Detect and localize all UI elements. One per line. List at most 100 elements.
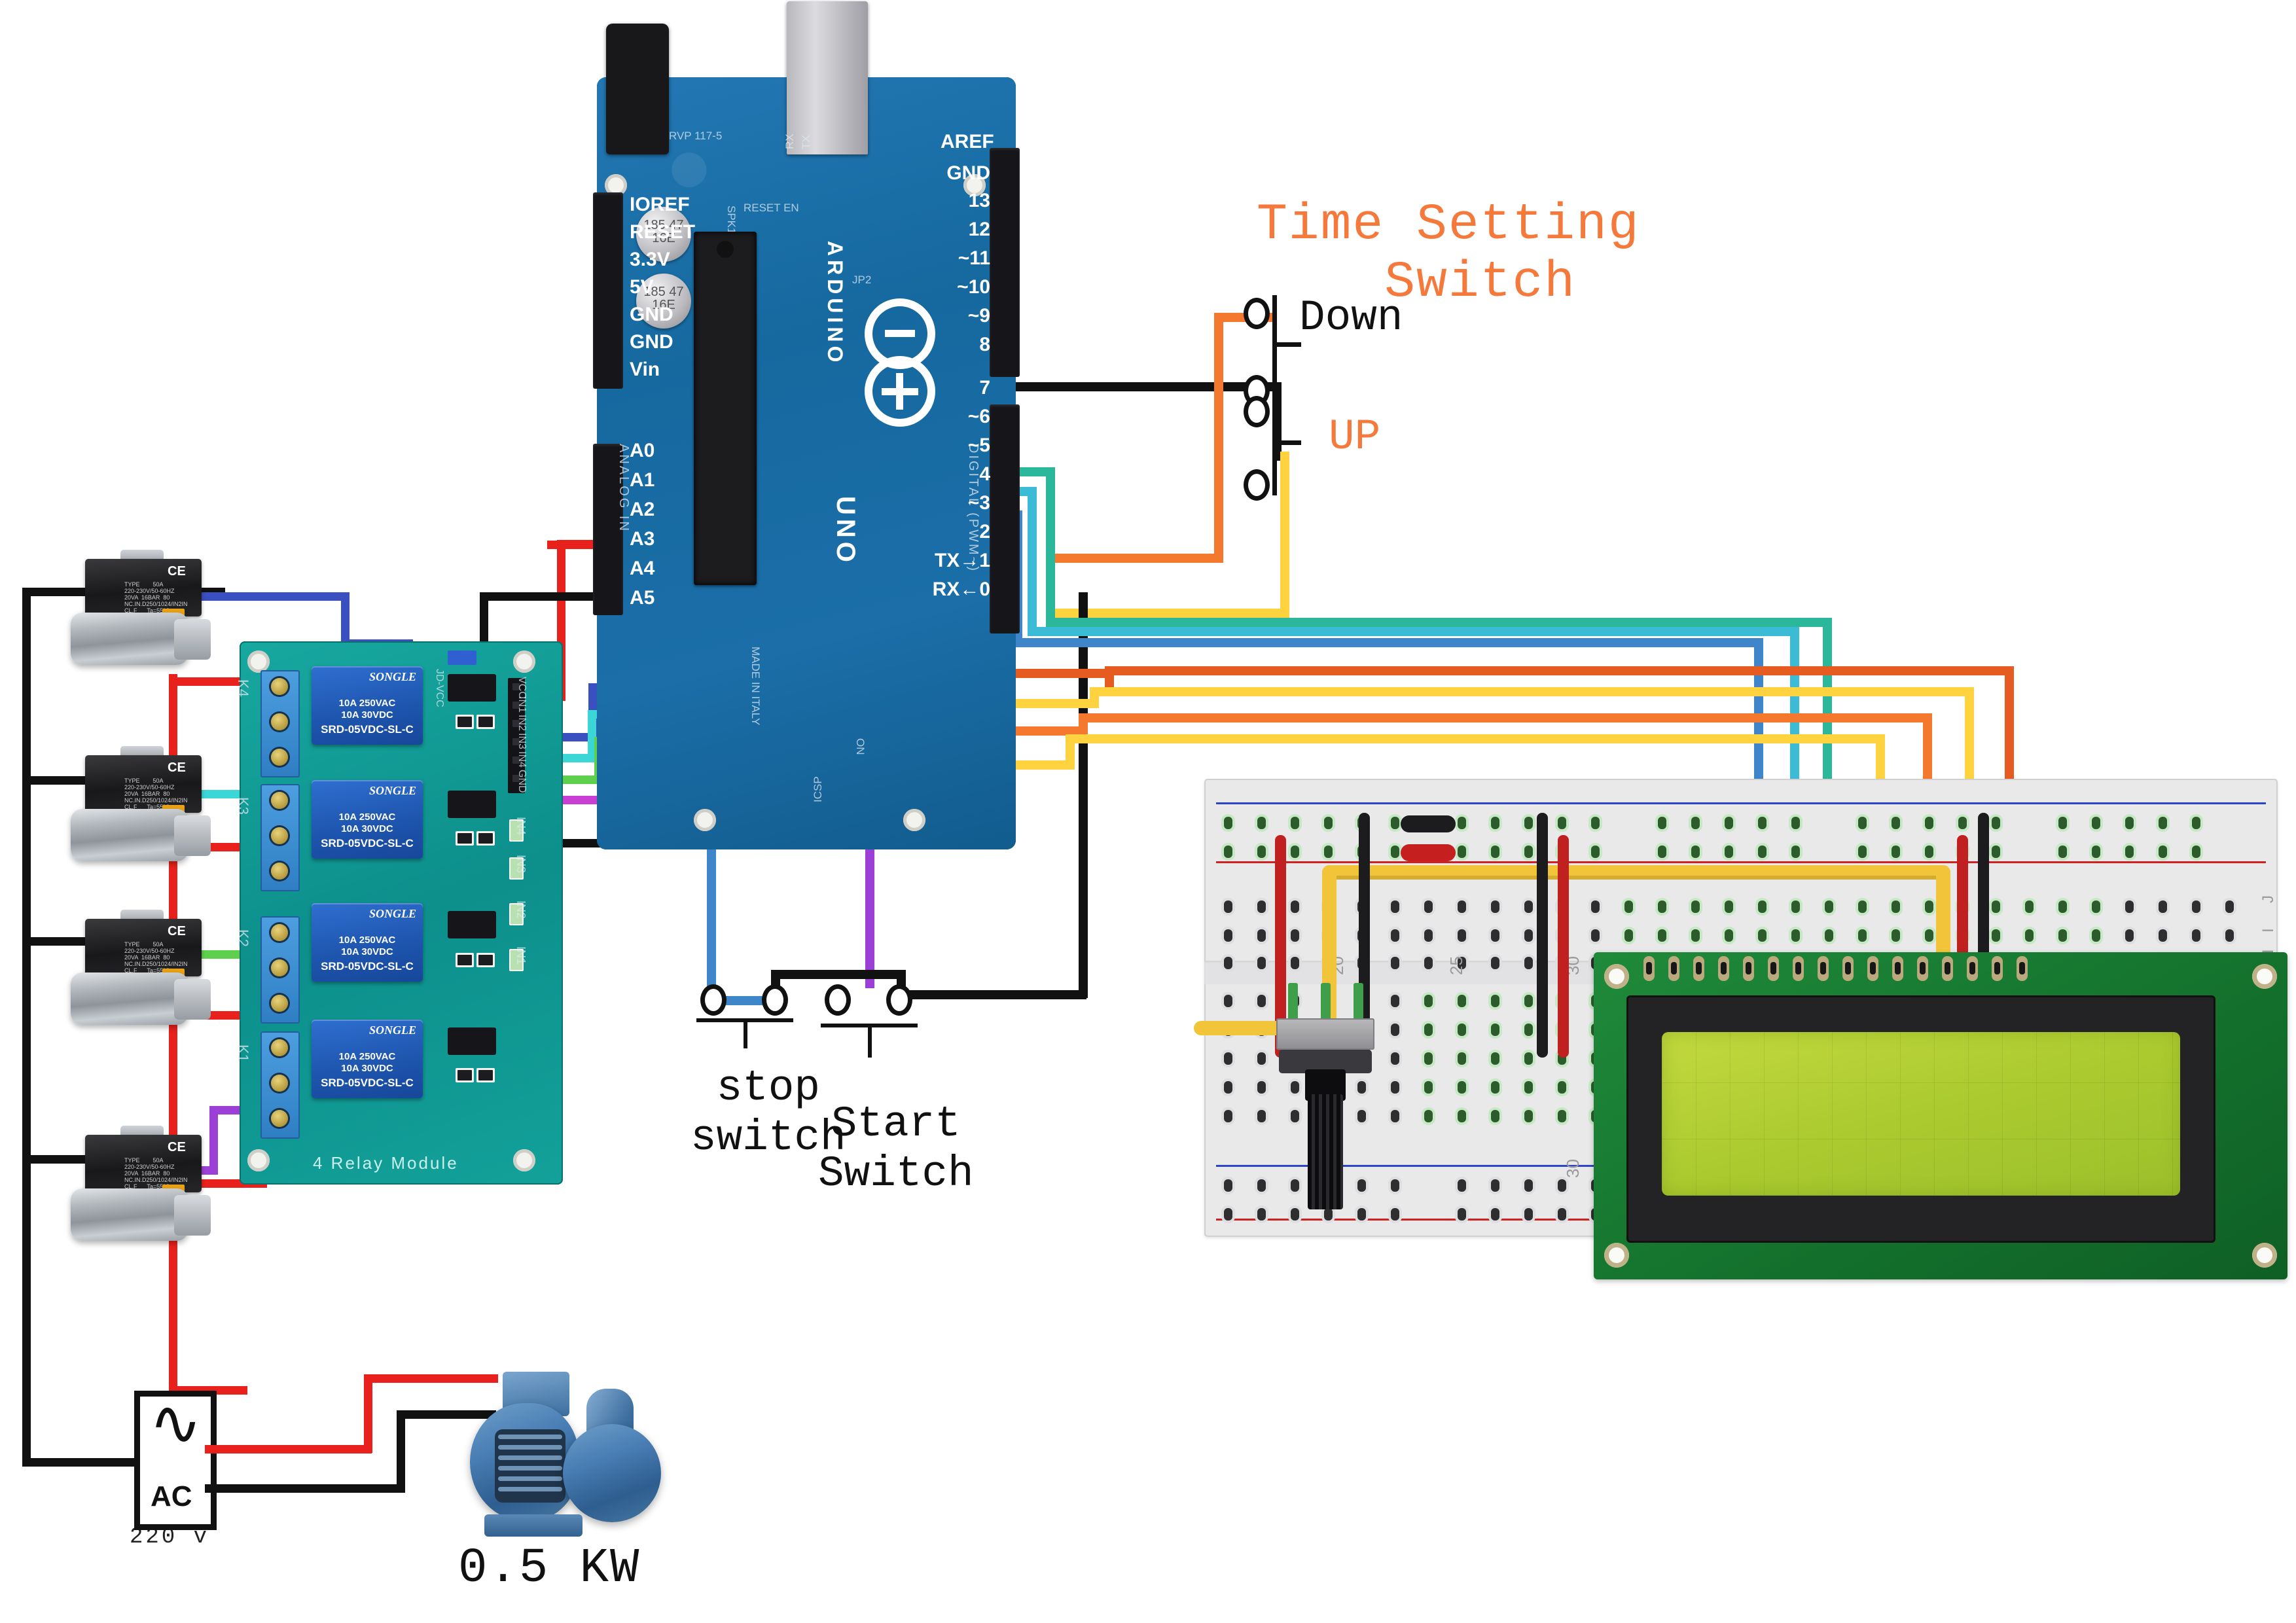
breadboard-hole[interactable] <box>1458 929 1466 942</box>
breadboard-hole[interactable] <box>1591 901 1600 913</box>
breadboard-hole[interactable] <box>1257 1052 1266 1065</box>
breadboard-hole[interactable] <box>1524 1024 1533 1036</box>
breadboard-hole[interactable] <box>1257 957 1266 969</box>
breadboard-hole[interactable] <box>2058 846 2067 858</box>
breadboard-hole[interactable] <box>1491 1110 1499 1122</box>
lcd-pin[interactable] <box>1743 956 1754 981</box>
breadboard-hole[interactable] <box>1458 1052 1466 1065</box>
breadboard-hole[interactable] <box>1491 1052 1499 1065</box>
breadboard-hole[interactable] <box>1458 1208 1466 1221</box>
down-switch-terminal-top[interactable] <box>1244 298 1270 329</box>
breadboard-hole[interactable] <box>1658 901 1666 913</box>
lcd-pin-header[interactable] <box>1643 956 2036 985</box>
breadboard-hole[interactable] <box>1291 957 1299 969</box>
breadboard-hole[interactable] <box>1591 846 1600 858</box>
breadboard-hole[interactable] <box>1524 1052 1533 1065</box>
breadboard-hole[interactable] <box>1424 901 1433 913</box>
breadboard-hole[interactable] <box>1424 1081 1433 1094</box>
potentiometer[interactable] <box>1276 983 1407 1224</box>
breadboard-hole[interactable] <box>1992 817 2000 829</box>
breadboard-hole[interactable] <box>1324 846 1333 858</box>
breadboard-hole[interactable] <box>1458 846 1466 858</box>
breadboard-hole[interactable] <box>1558 1208 1566 1221</box>
breadboard-hole[interactable] <box>1491 957 1499 969</box>
stop-switch-terminal-right[interactable] <box>762 984 788 1016</box>
breadboard-hole[interactable] <box>1224 1110 1232 1122</box>
lcd-pin[interactable] <box>1718 956 1729 981</box>
breadboard-jumper-red[interactable] <box>1401 844 1456 861</box>
breadboard-hole[interactable] <box>1224 1081 1232 1094</box>
breadboard-hole[interactable] <box>2058 901 2067 913</box>
breadboard-hole[interactable] <box>1491 995 1499 1007</box>
breadboard-hole[interactable] <box>1758 901 1767 913</box>
breadboard-hole[interactable] <box>1458 1179 1466 1192</box>
time-setting-switch-assembly[interactable] <box>1237 295 1394 501</box>
lcd-pin[interactable] <box>1942 956 1953 981</box>
breadboard-hole[interactable] <box>1758 846 1767 858</box>
stop-start-switch-assembly[interactable] <box>694 982 929 1067</box>
breadboard-hole[interactable] <box>1291 817 1299 829</box>
breadboard-hole[interactable] <box>1491 817 1499 829</box>
breadboard-hole[interactable] <box>1291 846 1299 858</box>
breadboard-hole[interactable] <box>1257 817 1266 829</box>
breadboard-hole[interactable] <box>1992 901 2000 913</box>
breadboard-hole[interactable] <box>1458 901 1466 913</box>
breadboard-hole[interactable] <box>1758 817 1767 829</box>
breadboard-hole[interactable] <box>1257 1110 1266 1122</box>
breadboard-hole[interactable] <box>1257 1081 1266 1094</box>
breadboard-hole[interactable] <box>1992 929 2000 942</box>
relay-terminal-k3[interactable] <box>260 784 300 891</box>
breadboard-hole[interactable] <box>1291 901 1299 913</box>
breadboard-hole[interactable] <box>2092 929 2100 942</box>
breadboard-hole[interactable] <box>1391 929 1399 942</box>
lcd-pin[interactable] <box>1867 956 1878 981</box>
breadboard-hole[interactable] <box>1624 929 1633 942</box>
breadboard-hole[interactable] <box>1725 929 1733 942</box>
breadboard-hole[interactable] <box>1925 817 1933 829</box>
breadboard-hole[interactable] <box>1925 901 1933 913</box>
breadboard-hole[interactable] <box>1858 901 1867 913</box>
breadboard-hole[interactable] <box>1458 1110 1466 1122</box>
breadboard-hole[interactable] <box>1558 817 1566 829</box>
breadboard-hole[interactable] <box>2225 929 2234 942</box>
breadboard-hole[interactable] <box>2125 817 2134 829</box>
breadboard-hole[interactable] <box>1725 817 1733 829</box>
breadboard-hole[interactable] <box>1391 846 1399 858</box>
breadboard-hole[interactable] <box>1524 1208 1533 1221</box>
stop-switch-terminal-left[interactable] <box>700 984 726 1016</box>
breadboard-hole[interactable] <box>2159 817 2167 829</box>
lcd-pin[interactable] <box>1842 956 1854 981</box>
breadboard-hole[interactable] <box>1791 901 1800 913</box>
breadboard-hole[interactable] <box>1892 817 1900 829</box>
lcd-pin[interactable] <box>2017 956 2028 981</box>
breadboard-hole[interactable] <box>1691 929 1700 942</box>
breadboard-hole[interactable] <box>1591 929 1600 942</box>
breadboard-hole[interactable] <box>2125 846 2134 858</box>
up-switch-terminal-top[interactable] <box>1244 396 1270 427</box>
breadboard-hole[interactable] <box>1791 817 1800 829</box>
lcd-pin[interactable] <box>1668 956 1679 981</box>
breadboard-hole[interactable] <box>1458 995 1466 1007</box>
breadboard-hole[interactable] <box>1458 1081 1466 1094</box>
breadboard-hole[interactable] <box>1257 846 1266 858</box>
breadboard-hole[interactable] <box>1524 1081 1533 1094</box>
breadboard-hole[interactable] <box>1825 901 1833 913</box>
breadboard-hole[interactable] <box>1224 846 1232 858</box>
breadboard-hole[interactable] <box>1424 1024 1433 1036</box>
breadboard-hole[interactable] <box>2058 929 2067 942</box>
breadboard-hole[interactable] <box>1558 1110 1566 1122</box>
breadboard-hole[interactable] <box>2125 901 2134 913</box>
breadboard-hole[interactable] <box>2192 901 2200 913</box>
lcd-pin[interactable] <box>1793 956 1804 981</box>
breadboard-hole[interactable] <box>1424 995 1433 1007</box>
breadboard-hole[interactable] <box>2025 901 2034 913</box>
breadboard-hole[interactable] <box>1391 995 1399 1007</box>
breadboard-hole[interactable] <box>1524 817 1533 829</box>
breadboard-hole[interactable] <box>1224 929 1232 942</box>
breadboard-hole[interactable] <box>1491 1208 1499 1221</box>
up-switch-terminal-bottom[interactable] <box>1244 469 1270 501</box>
relay-terminal-k1[interactable] <box>260 1031 300 1139</box>
relay-jd-vcc-jumper[interactable] <box>448 651 476 665</box>
breadboard-hole[interactable] <box>1558 1081 1566 1094</box>
breadboard-hole[interactable] <box>1791 846 1800 858</box>
